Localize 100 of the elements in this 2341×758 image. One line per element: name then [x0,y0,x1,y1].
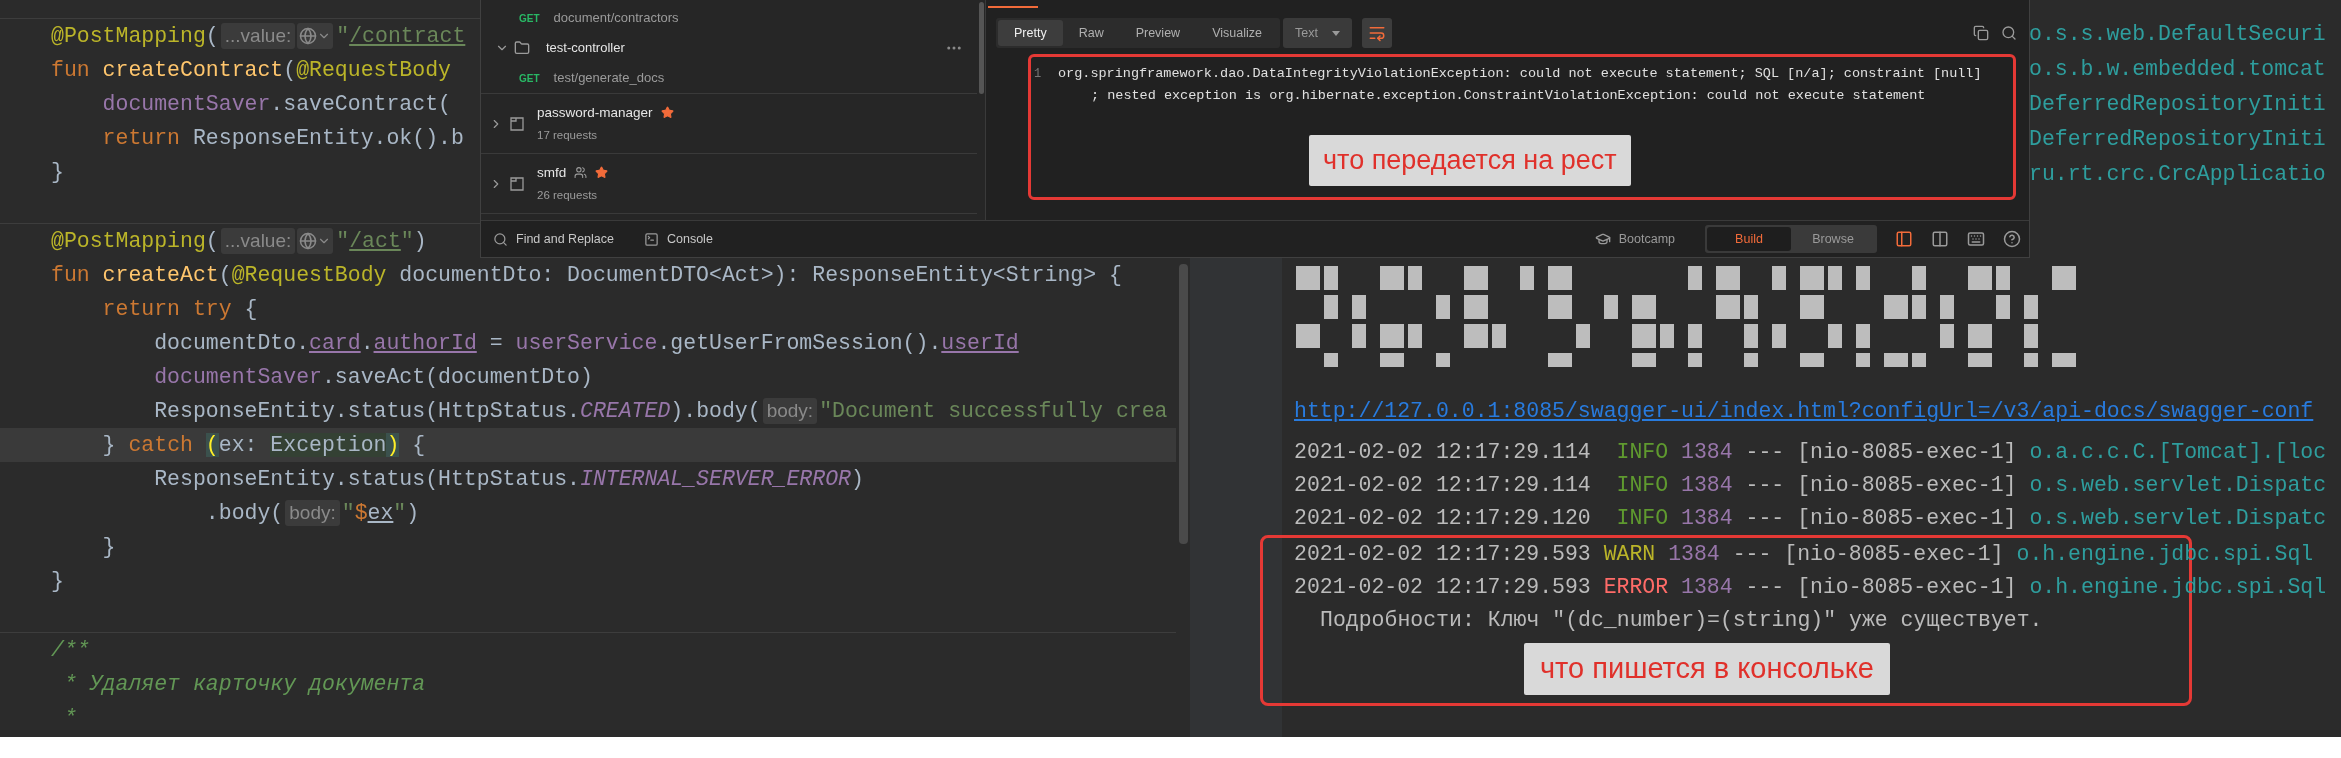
log-thread: --- [nio-8085-exec-1] [1745,439,2017,467]
scrollbar-thumb[interactable] [1178,264,1188,544]
wrap-lines-icon [1367,24,1386,42]
code-text: fun createContract(@RequestBody [51,57,451,84]
log-pid: 1384 [1681,574,1733,602]
log-severity: INFO [1615,472,1669,500]
star-icon[interactable] [595,166,609,180]
code-text: } [51,568,64,595]
code-text: } [101,534,116,561]
code-text: @PostMapping( [51,228,219,255]
code-text: .body( [204,500,284,527]
view-tab[interactable]: Pretty [998,20,1063,46]
log-severity: INFO [1615,439,1669,467]
log-severity: ERROR [1603,574,1669,602]
log-pid: 1384 [1681,472,1733,500]
code-text: ResponseEntity.status(HttpStatus.INTERNAL_SERVER_ERROR) [153,466,864,493]
code-text: "Document successfully crea [819,398,1168,425]
code-text: ResponseEntity.status(HttpStatus.CREATED).body( [153,398,761,425]
code-text: fun createAct(@RequestBody documentDto: DocumentDTO<Act>): ResponseEntity<String> { [51,262,1122,289]
log-logger: DeferredRepositoryIniti [2029,91,2326,119]
view-tab[interactable]: Visualize [1196,20,1278,46]
error-detail: Подробности: Ключ "(dc_number)=(string)" уже существует. [1320,607,2043,635]
collection-box-icon [509,175,525,192]
code-text: documentDto.card.authorId = userService.getUserFromSession().userId [153,330,1019,357]
log-pid: 1384 [1681,439,1733,467]
log-thread: --- [nio-8085-exec-1] [1732,541,2004,569]
log-logger: DeferredRepositoryIniti [2029,126,2326,154]
mode-tab[interactable]: Build [1707,227,1791,251]
swagger-link[interactable]: http://127.0.0.1:8085/swagger-ui/index.html?configUrl=/v3/api-docs/swagger-conf [1294,394,2314,428]
annotation-label: что передается на рест [1309,135,1631,186]
parameter-hint: ...value: [220,228,296,254]
code-comment: * [62,705,77,732]
folder-name[interactable]: test-controller [546,38,625,58]
response-text: ; nested exception is org.hibernate.exception.ConstraintViolationException: could not execute statement [1090,87,1927,105]
mode-tab[interactable]: Browse [1791,227,1875,251]
log-thread: --- [nio-8085-exec-1] [1745,505,2017,533]
log-logger: o.s.s.web.DefaultSecuri [2029,21,2326,49]
log-logger: o.s.web.servlet.Dispatc [2029,472,2327,500]
collection-name[interactable]: password-manager [537,102,653,123]
request-item[interactable]: document/contractors [553,8,679,28]
parameter-hint: body: [285,500,340,526]
parameter-hint: ...value: [220,23,296,49]
log-severity: INFO [1615,505,1669,533]
tab-underline [988,6,1038,8]
log-logger: o.s.b.w.embedded.tomcat [2029,56,2326,84]
code-text: documentSaver.saveContract( [101,91,451,118]
find-replace-button[interactable]: Find and Replace [493,229,614,249]
code-text: } [51,159,64,186]
globe-dropdown-icon[interactable] [297,23,334,49]
help-icon[interactable] [2003,230,2021,248]
code-text: return ResponseEntity.ok().b [101,125,464,152]
request-count: 26 requests [537,188,599,203]
format-dropdown[interactable]: Text [1282,18,1352,48]
caret-icon [1331,30,1340,36]
collection-name[interactable]: smfd [537,162,567,183]
log-timestamp: 2021-02-02 12:17:29.114 [1294,472,1591,500]
panel-layout-icon[interactable] [1895,230,1913,248]
log-timestamp: 2021-02-02 12:17:29.593 [1294,574,1591,602]
response-text: org.springframework.dao.DataIntegrityViolationException: could not execute statement; SQL [n/a]; constraint [null] [1058,65,1982,83]
search-icon [493,231,508,247]
log-pid: 1384 [1681,505,1733,533]
keyboard-icon[interactable] [1967,230,1985,248]
code-text: documentSaver.saveAct(documentDto) [153,364,593,391]
parameter-hint: body: [762,398,818,424]
terminal-icon [644,231,659,247]
log-logger: ru.rt.crc.CrcApplicatio [2029,161,2326,189]
view-tab[interactable]: Raw [1062,20,1120,46]
request-count: 17 requests [537,128,599,143]
code-text: } catch (ex: Exception) { [101,432,426,459]
star-icon[interactable] [660,106,674,120]
console-button[interactable]: Console [644,229,713,249]
log-thread: --- [nio-8085-exec-1] [1745,472,2017,500]
code-text: @PostMapping( [51,23,219,50]
annotation-label: что пишется в консольке [1524,643,1890,695]
split-view-icon[interactable] [1931,230,1949,248]
code-text: "/contract [336,23,466,50]
log-timestamp: 2021-02-02 12:17:29.114 [1294,439,1591,467]
graduation-cap-icon [1594,231,1611,247]
globe-dropdown-icon[interactable] [297,228,334,254]
copy-icon[interactable] [1973,25,1989,41]
scrollbar-thumb[interactable] [978,2,984,94]
collection-box-icon [509,115,525,132]
log-timestamp: 2021-02-02 12:17:29.593 [1294,541,1591,569]
code-comment: * Удаляет карточку документа [62,671,426,698]
log-logger: o.s.web.servlet.Dispatc [2029,505,2327,533]
bootcamp-button[interactable]: Bootcamp [1594,229,1675,249]
code-text: "/act") [336,228,427,255]
method-label: GET [519,11,540,26]
log-timestamp: 2021-02-02 12:17:29.120 [1294,505,1591,533]
code-text: return try { [101,296,258,323]
request-item[interactable]: test/generate_docs [553,68,665,88]
wrap-toggle[interactable] [1361,18,1392,48]
log-thread: --- [nio-8085-exec-1] [1745,574,2017,602]
log-logger: o.a.c.c.C.[Tomcat].[loc [2029,439,2327,467]
log-severity: WARN [1603,541,1656,569]
view-tab[interactable]: Preview [1119,20,1197,46]
search-icon[interactable] [2001,25,2017,41]
code-comment: /** [51,637,90,664]
folder-icon [514,40,530,56]
line-number: 1 [1034,66,1043,83]
